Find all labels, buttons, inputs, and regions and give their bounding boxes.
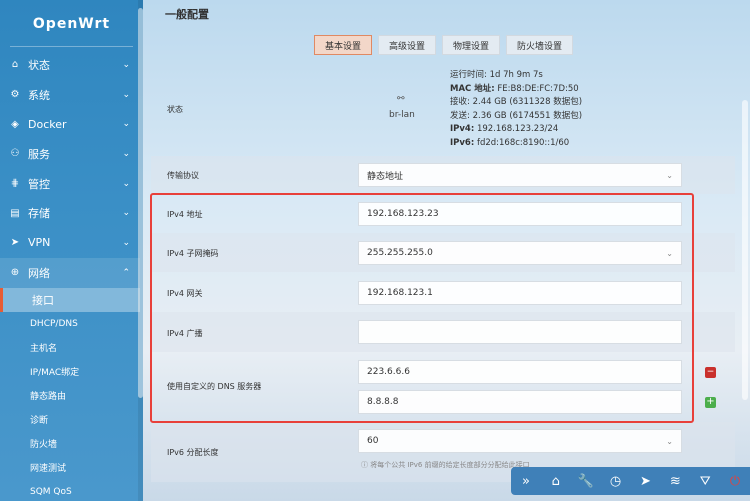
tab-physical-settings[interactable]: 物理设置	[442, 35, 501, 55]
protocol-value: 静态地址	[367, 171, 404, 182]
storage-icon: ▤	[10, 207, 20, 219]
status-ipv6: IPv6: fd2d:168c:8190::1/60	[450, 137, 570, 148]
sidebar-sub-speedtest[interactable]: 网速测试	[0, 456, 140, 480]
interface-name: br-lan	[389, 110, 415, 120]
sidebar-sub-firewall[interactable]: 防火墙	[0, 432, 140, 456]
ipv6-assign-hint: ⓘ 将每个公共 IPv6 前缀的给定长度部分分配给此接口	[361, 461, 530, 469]
protocol-label: 传输协议	[167, 171, 199, 180]
docker-icon: ◈	[11, 118, 19, 130]
sidebar-item-label: 存储	[28, 207, 50, 221]
send-icon[interactable]: ➤	[634, 474, 656, 489]
chevron-up-icon: ⌃	[122, 267, 130, 278]
status-tx: 发送: 2.36 GB (6174551 数据包)	[450, 110, 583, 121]
sidebar-item-storage[interactable]: ▤ 存储 ⌄	[0, 198, 140, 228]
status-uptime: 运行时间: 1d 7h 9m 7s	[450, 70, 543, 80]
status-ipv4: IPv4: 192.168.123.23/24	[450, 124, 559, 134]
quick-toolbar: » ⌂ 🔧 ◷ ➤ ≋ ⛛ ⏻	[511, 467, 750, 495]
chevron-down-icon: ⌄	[122, 208, 130, 219]
sidebar-item-label: 系统	[28, 88, 50, 102]
sidebar-item-label: 状态	[28, 58, 50, 72]
brand-divider	[10, 46, 133, 47]
network-icon: ⊕	[10, 267, 20, 279]
chevron-down-icon: ⌄	[122, 178, 130, 189]
sidebar-nav: ⌂ 状态 ⌄ ⚙ 系统 ⌄ ◈ Docker ⌄ ⚇ 服务 ⌄ ⋕ 管控 ⌄ ▤…	[0, 50, 140, 501]
gear-icon: ⚙	[10, 89, 20, 101]
main-scrollbar[interactable]	[742, 100, 748, 400]
wrench-icon[interactable]: 🔧	[575, 474, 597, 489]
vpn-icon: ➤	[10, 237, 20, 249]
sidebar-sub-interfaces[interactable]: 接口	[0, 287, 140, 312]
sidebar-sub-ip-mac-bind[interactable]: IP/MAC绑定	[0, 360, 140, 384]
sidebar-item-label: Docker	[28, 117, 67, 131]
cat-icon[interactable]: ⛛	[694, 474, 716, 489]
network-submenu: 接口 DHCP/DNS 主机名 IP/MAC绑定 静态路由 诊断 防火墙 网速测…	[0, 287, 140, 501]
chevron-down-icon: ⌄	[122, 148, 130, 159]
tab-firewall-settings[interactable]: 防火墙设置	[506, 35, 574, 55]
brand-logo: OpenWrt	[32, 16, 111, 32]
sidebar-item-status[interactable]: ⌂ 状态 ⌄	[0, 50, 140, 80]
ipv6-assign-label: IPv6 分配长度	[167, 448, 219, 457]
sidebar-item-label: VPN	[28, 236, 51, 250]
status-mac: MAC 地址: FE:B8:DE:FC:7D:50	[450, 83, 579, 94]
status-rx: 接收: 2.44 GB (6311328 数据包)	[450, 97, 583, 107]
sidebar-item-label: 网络	[28, 266, 50, 280]
chevron-down-icon: ⌄	[122, 89, 130, 100]
status-label: 状态	[167, 105, 183, 114]
home-icon[interactable]: ⌂	[545, 474, 567, 489]
bridge-icon: ⚯	[397, 94, 405, 104]
power-icon[interactable]: ⏻	[724, 474, 746, 489]
sidebar-item-label: 服务	[28, 147, 50, 161]
services-icon: ⚇	[10, 148, 20, 160]
tab-basic-settings[interactable]: 基本设置	[314, 35, 373, 55]
expand-icon[interactable]: »	[515, 474, 537, 489]
chevron-down-icon: ⌄	[666, 170, 673, 180]
sidebar-sub-sqm-qos[interactable]: SQM QoS	[0, 480, 140, 501]
add-dns-button[interactable]: +	[705, 397, 716, 408]
sidebar: OpenWrt ⌂ 状态 ⌄ ⚙ 系统 ⌄ ◈ Docker ⌄ ⚇ 服务 ⌄ …	[0, 0, 143, 501]
status-details: 运行时间: 1d 7h 9m 7s MAC 地址: FE:B8:DE:FC:7D…	[450, 69, 582, 150]
ipv6-assign-value: 60	[367, 436, 379, 446]
control-icon: ⋕	[10, 178, 20, 190]
highlight-box	[150, 193, 694, 423]
clock-icon[interactable]: ◷	[605, 474, 627, 489]
remove-dns-button[interactable]: −	[705, 367, 716, 378]
sidebar-sub-hostnames[interactable]: 主机名	[0, 336, 140, 360]
sidebar-sub-static-routes[interactable]: 静态路由	[0, 384, 140, 408]
ipv6-assign-select[interactable]: 60 ⌄	[358, 429, 682, 453]
tab-advanced-settings[interactable]: 高级设置	[378, 35, 437, 55]
protocol-row: 传输协议 静态地址 ⌄	[151, 156, 735, 194]
sidebar-item-network[interactable]: ⊕ 网络 ⌃	[0, 257, 140, 288]
sidebar-item-control[interactable]: ⋕ 管控 ⌄	[0, 169, 140, 199]
section-title: 一般配置	[165, 8, 209, 21]
sidebar-item-services[interactable]: ⚇ 服务 ⌄	[0, 139, 140, 169]
tab-bar: 基本设置 高级设置 物理设置 防火墙设置	[314, 35, 574, 55]
wifi-icon[interactable]: ≋	[664, 474, 686, 489]
sidebar-item-vpn[interactable]: ➤ VPN ⌄	[0, 228, 140, 258]
protocol-select[interactable]: 静态地址 ⌄	[358, 163, 682, 187]
sidebar-item-docker[interactable]: ◈ Docker ⌄	[0, 109, 140, 139]
sidebar-sub-dhcp-dns[interactable]: DHCP/DNS	[0, 312, 140, 336]
sidebar-sub-diagnostics[interactable]: 诊断	[0, 408, 140, 432]
chevron-down-icon: ⌄	[122, 119, 130, 130]
sidebar-item-label: 管控	[28, 177, 50, 191]
chevron-down-icon: ⌄	[666, 436, 673, 446]
chevron-down-icon: ⌄	[122, 59, 130, 70]
home-icon: ⌂	[11, 59, 19, 71]
sidebar-item-system[interactable]: ⚙ 系统 ⌄	[0, 80, 140, 110]
chevron-down-icon: ⌄	[122, 237, 130, 248]
